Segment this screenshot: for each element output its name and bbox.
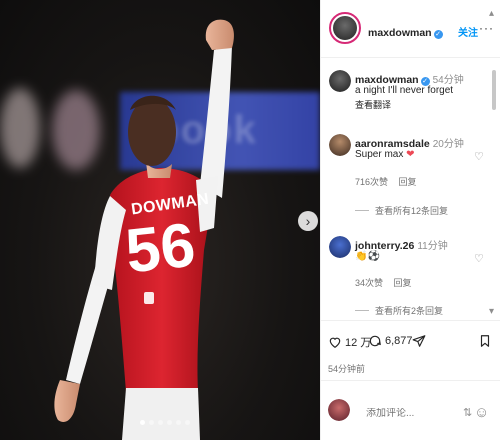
- carousel-dot[interactable]: [158, 420, 163, 425]
- reply-link[interactable]: 回复: [399, 177, 417, 187]
- more-options-icon[interactable]: ···: [479, 21, 494, 35]
- carousel-dot[interactable]: [176, 420, 181, 425]
- carousel-next-button[interactable]: ›: [298, 211, 318, 231]
- comments-scrollbar[interactable]: [492, 70, 496, 110]
- scroll-down-arrow-icon[interactable]: ▾: [489, 306, 494, 317]
- paper-plane-icon: [412, 335, 426, 347]
- verified-badge-icon: ✓: [433, 30, 443, 39]
- comment-time: 20分钟: [432, 139, 464, 150]
- comment-time: 11分钟: [417, 241, 448, 252]
- comment-text: Super max: [355, 149, 404, 160]
- heart-icon: [329, 337, 341, 348]
- save-button[interactable]: [478, 334, 492, 348]
- follow-button[interactable]: 关注: [458, 24, 478, 39]
- posted-time: 54分钟前: [328, 364, 366, 374]
- carousel-indicator: [140, 420, 190, 425]
- jersey-number: 56: [122, 210, 199, 287]
- like-comment-heart-icon[interactable]: ♡: [474, 252, 484, 265]
- like-comment-heart-icon[interactable]: ♡: [474, 150, 484, 163]
- carousel-dot[interactable]: [149, 420, 154, 425]
- comment-text: 👏⚽: [355, 251, 380, 262]
- caption-text: a night I'll never forget: [355, 85, 454, 96]
- caption-avatar[interactable]: [329, 70, 351, 92]
- comment-likes[interactable]: 34次赞: [355, 278, 383, 288]
- author-avatar[interactable]: [329, 12, 361, 44]
- post-actions: 12 万 6,877 54分钟前: [320, 320, 500, 380]
- emoji-icon[interactable]: ☺: [474, 404, 489, 421]
- comment-button[interactable]: 6,877: [368, 334, 413, 348]
- commenter-avatar[interactable]: [329, 134, 351, 156]
- post-header: maxdowman ✓ 关注 ···: [321, 0, 500, 58]
- comment-count: 6,877: [385, 335, 413, 347]
- reply-link[interactable]: 回复: [394, 278, 412, 288]
- sort-arrows-icon[interactable]: ⇅: [463, 406, 472, 419]
- carousel-dot[interactable]: [140, 420, 145, 425]
- like-button[interactable]: 12 万: [328, 334, 371, 350]
- heart-emoji-icon: ❤: [406, 149, 415, 160]
- carousel-dot[interactable]: [167, 420, 172, 425]
- viewer-avatar: [328, 399, 350, 421]
- comment-input[interactable]: [366, 408, 462, 419]
- commenter-avatar[interactable]: [329, 236, 351, 258]
- share-button[interactable]: [412, 334, 426, 348]
- carousel-dot[interactable]: [185, 420, 190, 425]
- comment-composer: ⇅ ☺: [320, 380, 500, 440]
- scroll-up-arrow-icon[interactable]: ▴: [489, 8, 494, 19]
- post-photo: ebook DOWMAN 56 ›: [0, 0, 320, 440]
- view-replies-link[interactable]: 查看所有2条回复: [355, 304, 443, 317]
- author-username[interactable]: maxdowman: [368, 27, 432, 39]
- comment-bubble-icon: [369, 335, 381, 347]
- view-replies-link[interactable]: 查看所有12条回复: [355, 204, 448, 217]
- comments-list: maxdowman ✓ 54分钟 a night I'll never forget…: [321, 58, 500, 320]
- bookmark-icon: [480, 335, 490, 347]
- comment-likes[interactable]: 716次赞: [355, 177, 388, 187]
- translate-link[interactable]: 查看翻译: [355, 98, 391, 111]
